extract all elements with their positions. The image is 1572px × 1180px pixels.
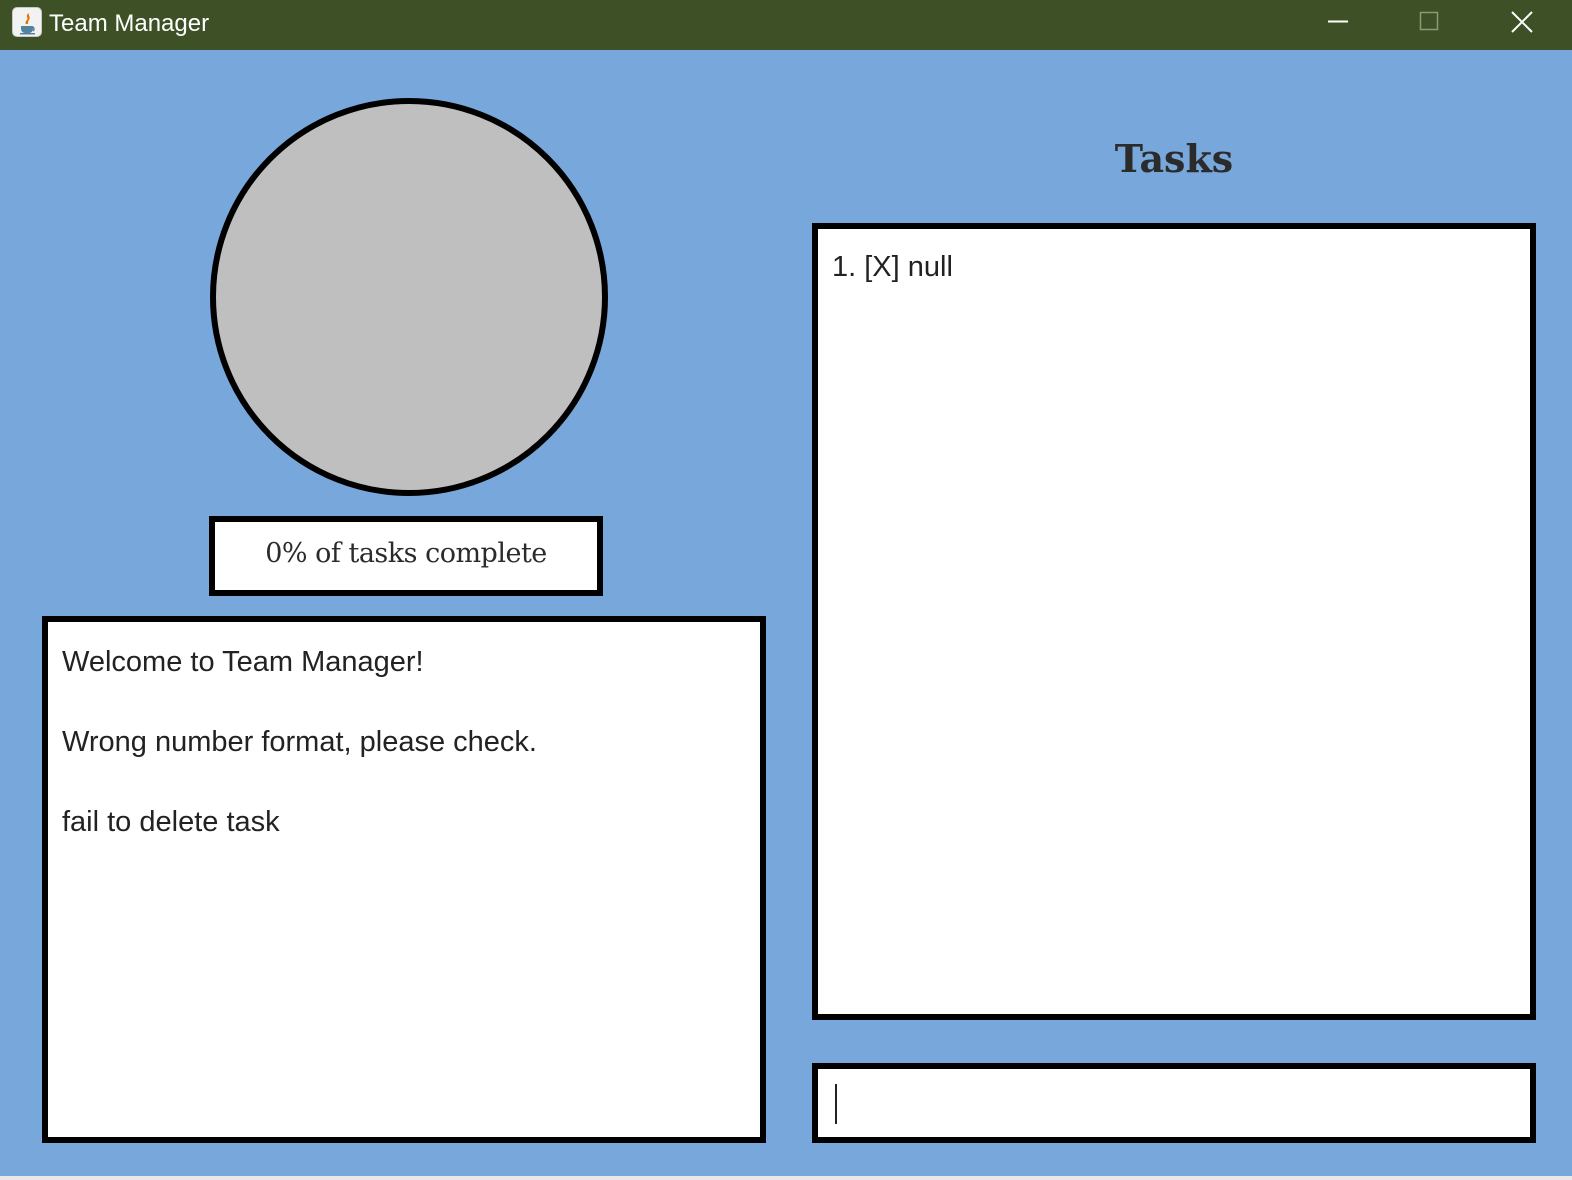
window-titlebar[interactable]: Team Manager <box>0 0 1572 50</box>
close-button[interactable] <box>1498 0 1544 50</box>
text-caret <box>835 1084 837 1124</box>
command-input[interactable] <box>818 1069 1530 1137</box>
log-message: Welcome to Team Manager! <box>62 646 424 678</box>
window-title: Team Manager <box>49 10 210 37</box>
command-input-box[interactable] <box>812 1063 1536 1143</box>
window-bottom-edge <box>0 1176 1572 1180</box>
close-icon <box>1511 11 1533 33</box>
maximize-button[interactable] <box>1406 0 1452 50</box>
minimize-button[interactable] <box>1315 0 1361 50</box>
tasks-heading: Tasks <box>1114 136 1234 181</box>
task-list-item[interactable]: 1. [X] null <box>832 247 1516 287</box>
progress-label: 0% of tasks complete <box>265 537 547 569</box>
progress-label-box: 0% of tasks complete <box>209 516 603 596</box>
maximize-icon <box>1419 11 1439 31</box>
task-list[interactable]: 1. [X] null <box>812 223 1536 1020</box>
log-message: Wrong number format, please check. <box>62 726 537 758</box>
log-message: fail to delete task <box>62 806 280 838</box>
minimize-icon <box>1328 20 1348 23</box>
message-log: Welcome to Team Manager! Wrong number fo… <box>42 616 766 1143</box>
task-progress-circle <box>210 98 608 496</box>
java-cup-icon <box>12 7 42 37</box>
